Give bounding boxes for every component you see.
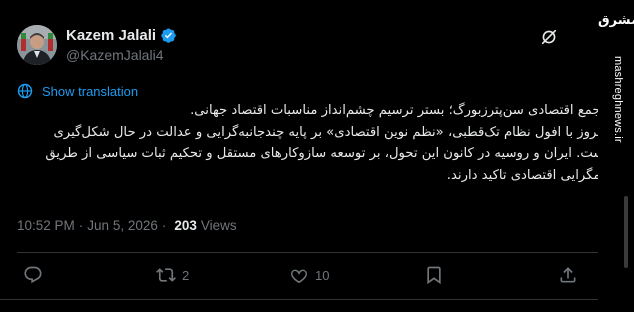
watermark-url: mashreghnews.ir	[612, 56, 624, 143]
divider	[0, 299, 598, 300]
watermark: مشرق mashreghnews.ir	[598, 0, 634, 312]
tweet-paragraph: مجمع اقتصادی سن‌پترزبورگ؛ بستر ترسیم چشم…	[190, 103, 608, 118]
views-label[interactable]: Views	[201, 218, 237, 233]
tweet-time[interactable]: 10:52 PM	[17, 218, 75, 233]
tweet-date[interactable]: Jun 5, 2026	[87, 218, 158, 233]
author-name[interactable]: Kazem Jalali	[66, 27, 156, 44]
scrollbar[interactable]	[624, 196, 628, 268]
bookmark-icon	[427, 266, 441, 285]
bookmark-button[interactable]	[424, 265, 444, 285]
retweet-icon	[156, 268, 176, 282]
views-count[interactable]: 203	[174, 218, 197, 233]
author-handle[interactable]: @KazemJalali4	[66, 47, 177, 63]
translate-icon	[17, 83, 33, 99]
tweet-meta: 10:52 PM · Jun 5, 2026 · 203 Views	[17, 218, 237, 233]
like-button[interactable]: 10	[289, 265, 329, 285]
share-icon	[560, 267, 576, 283]
show-translation-label[interactable]: Show translation	[42, 84, 138, 99]
show-translation[interactable]: Show translation	[17, 83, 138, 99]
tweet-card: Kazem Jalali @KazemJalali4 Show translat…	[0, 0, 616, 312]
meta-separator: ·	[161, 218, 167, 233]
like-count: 10	[315, 267, 330, 283]
like-icon	[291, 269, 307, 284]
grok-icon[interactable]	[540, 28, 558, 46]
author-name-row: Kazem Jalali	[66, 26, 177, 44]
watermark-logo: مشرق	[598, 13, 634, 28]
tweet-text: مجمع اقتصادی سن‌پترزبورگ؛ بستر ترسیم چشم…	[30, 100, 608, 186]
divider	[17, 252, 600, 253]
verified-badge-icon	[161, 27, 176, 43]
avatar[interactable]	[17, 25, 57, 65]
action-bar: 2 10	[0, 262, 616, 288]
reply-button[interactable]	[23, 265, 49, 285]
retweet-count: 2	[182, 267, 190, 283]
tweet-paragraph: امروز با افول نظام تک‌قطبی، «نظم نوین اق…	[45, 124, 608, 183]
author-block[interactable]: Kazem Jalali @KazemJalali4	[66, 26, 177, 63]
meta-separator: ·	[78, 218, 84, 233]
reply-icon	[24, 266, 42, 284]
retweet-button[interactable]: 2	[156, 265, 189, 285]
share-button[interactable]	[558, 265, 578, 285]
